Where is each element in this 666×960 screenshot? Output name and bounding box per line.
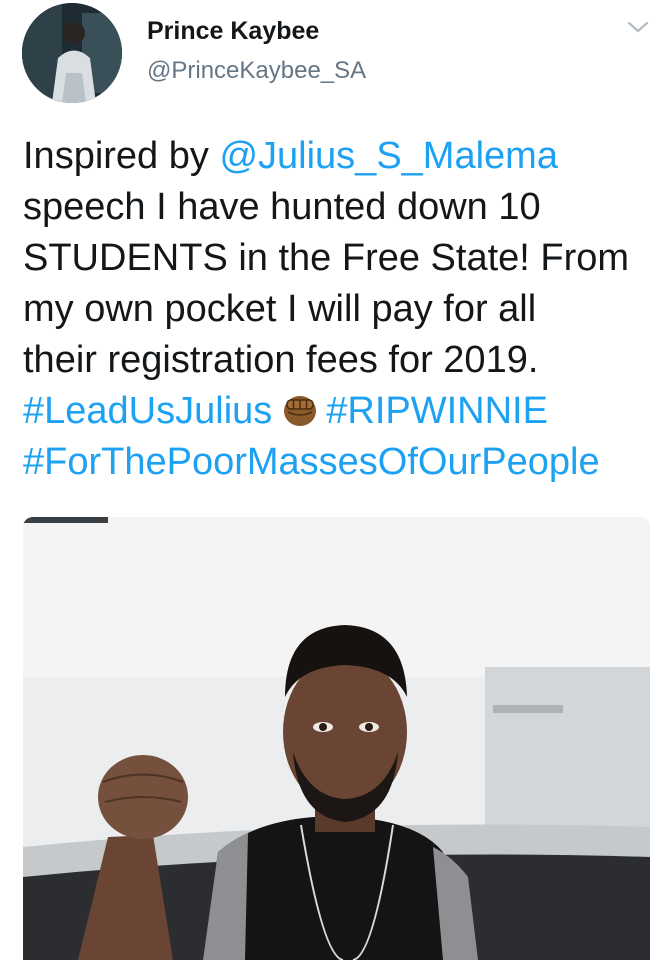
tweet-text-segment: their registration fees for 2019.	[23, 339, 539, 381]
chevron-down-icon[interactable]	[626, 17, 650, 37]
tweet-line: #ForThePoorMassesOfOurPeople	[23, 437, 653, 488]
tweet-line: my own pocket I will pay for all	[23, 284, 653, 335]
tweet-photo[interactable]	[23, 517, 650, 960]
author-display-name[interactable]: Prince Kaybee	[147, 17, 319, 46]
avatar[interactable]	[22, 3, 122, 103]
tweet-line: their registration fees for 2019.	[23, 335, 653, 386]
hashtag-link[interactable]: #ForThePoorMassesOfOurPeople	[23, 441, 600, 483]
tweet-line: speech I have hunted down 10	[23, 182, 653, 233]
hashtag-link[interactable]: #RIPWINNIE	[326, 390, 548, 432]
tweet-card: Prince Kaybee @PrinceKaybee_SA Inspired …	[0, 0, 666, 960]
hashtag-link[interactable]: #LeadUsJulius	[23, 390, 272, 432]
tweet-text: Inspired by @Julius_S_Malema speech I hav…	[23, 131, 653, 488]
tweet-line: #LeadUsJulius #RIPWINNIE	[23, 386, 653, 437]
mention-link[interactable]: @Julius_S_Malema	[219, 135, 558, 177]
raised-fist-emoji	[282, 391, 318, 426]
tweet-line: STUDENTS in the Free State! From	[23, 233, 653, 284]
author-handle[interactable]: @PrinceKaybee_SA	[147, 57, 366, 85]
tweet-text-segment: Inspired by	[23, 135, 220, 177]
tweet-text-segment: speech I have hunted down 10	[23, 186, 541, 228]
tweet-line: Inspired by @Julius_S_Malema	[23, 131, 653, 182]
tweet-text-segment: STUDENTS in the Free State! From	[23, 237, 630, 279]
tweet-text-segment: my own pocket I will pay for all	[23, 288, 537, 330]
